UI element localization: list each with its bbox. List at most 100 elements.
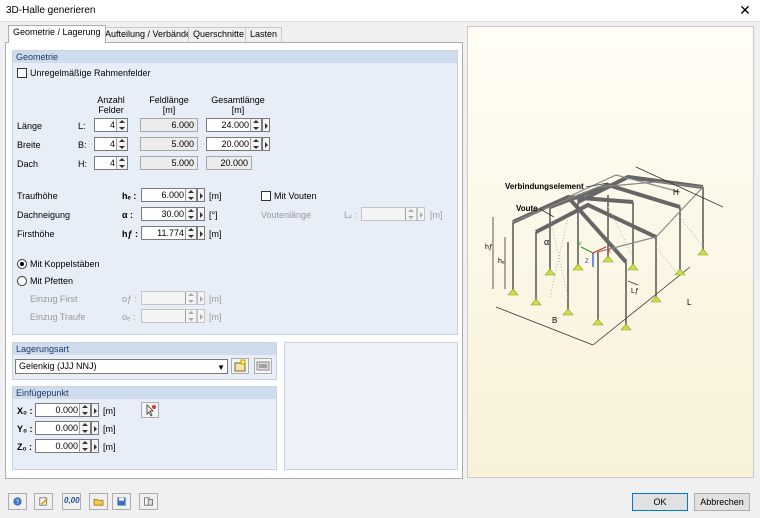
window-title: 3D-Halle generieren: [6, 5, 96, 16]
col-header-anzahl: Anzahl Felder: [97, 95, 125, 115]
pfetten-label: Mit Pfetten: [30, 276, 74, 286]
anzahl-laenge-spinner[interactable]: 4: [94, 118, 128, 132]
save-button[interactable]: [112, 493, 131, 510]
dachneigung-spinner[interactable]: 30.00: [141, 207, 197, 221]
help-button[interactable]: ?: [8, 493, 27, 510]
export-button[interactable]: [139, 493, 158, 510]
ok-button[interactable]: OK: [632, 493, 688, 511]
einzug-first-sym: oƒ :: [122, 294, 138, 304]
voutenlaenge-sym: Lᵥ :: [344, 210, 357, 220]
gesamt-breite-spinner[interactable]: 20.000: [206, 137, 262, 151]
arrow-right-icon[interactable]: [197, 291, 205, 305]
traufhoehe-spinner[interactable]: 6.000: [141, 188, 197, 202]
edit-button[interactable]: [34, 493, 53, 510]
tab-lasten[interactable]: Lasten: [245, 27, 283, 42]
hall-3d-illustration: H L B Lƒ hƒ hₑ α Y X Z Verbindungselemen…: [485, 166, 724, 346]
pfetten-radio[interactable]: [17, 276, 27, 286]
spinner-updown-icon[interactable]: [185, 189, 196, 201]
dachneigung-unit: [°]: [209, 210, 218, 220]
arrow-right-icon[interactable]: [197, 207, 205, 221]
z0-spinner[interactable]: 0.000: [35, 439, 91, 453]
spinner-updown-icon[interactable]: [79, 404, 90, 416]
z0-value: 0.000: [55, 441, 78, 451]
arrow-right-icon[interactable]: [197, 309, 205, 323]
spinner-updown-icon[interactable]: [405, 208, 416, 220]
einzug-first-unit: [m]: [209, 294, 222, 304]
arrow-right-icon[interactable]: [197, 226, 205, 240]
dim-b-label: B: [552, 316, 557, 325]
voutenlaenge-spinner[interactable]: [361, 207, 417, 221]
zero-values-icon: 0,00: [64, 496, 80, 505]
tab-aufteilung-verbaende[interactable]: Aufteilung / Verbände: [100, 27, 197, 42]
arrow-right-icon[interactable]: [197, 188, 205, 202]
arrow-right-icon[interactable]: [417, 207, 425, 221]
koppelstaebe-label: Mit Koppelstäben: [30, 259, 100, 269]
spinner-updown-icon[interactable]: [116, 119, 127, 131]
irregular-frames-checkbox[interactable]: [17, 68, 27, 78]
x0-spinner[interactable]: 0.000: [35, 403, 91, 417]
lagerungsart-select[interactable]: Gelenkig (JJJ NNJ) ▼: [15, 359, 228, 374]
einzug-first-spinner[interactable]: [141, 291, 197, 305]
axis-x-label: X: [607, 249, 611, 255]
hall-preview-panel: H L B Lƒ hƒ hₑ α Y X Z Verbindungselemen…: [467, 26, 754, 478]
x0-sym: X₀ :: [17, 406, 33, 416]
y0-sym: Y₀ :: [17, 424, 33, 434]
dachneigung-sym: α :: [122, 210, 134, 220]
mit-vouten-checkbox[interactable]: [261, 191, 271, 201]
firsthoehe-value: 11.774: [157, 228, 184, 238]
spinner-updown-icon[interactable]: [185, 310, 196, 322]
firsthoehe-sym: hƒ :: [122, 229, 139, 239]
spinner-updown-icon[interactable]: [116, 157, 127, 169]
dim-lf-label: Lƒ: [631, 288, 639, 295]
gesamt-breite-value: 20.000: [221, 139, 249, 149]
voutenlaenge-unit: [m]: [430, 210, 443, 220]
save-disk-icon: [117, 497, 126, 506]
empty-info-panel: [284, 342, 458, 470]
new-support-button[interactable]: [231, 358, 249, 374]
callout-verbindungselement: Verbindungselement: [505, 182, 584, 191]
tab-geometrie-lagerung[interactable]: Geometrie / Lagerung: [8, 25, 106, 43]
spinner-updown-icon[interactable]: [185, 292, 196, 304]
edit-pencil-icon: [39, 497, 48, 506]
arrow-right-icon[interactable]: [262, 137, 270, 151]
spinner-updown-icon[interactable]: [250, 138, 261, 150]
row-sym-breite: B:: [78, 140, 87, 150]
einzug-traufe-spinner[interactable]: [141, 309, 197, 323]
voutenlaenge-label: Voutenlänge: [261, 210, 312, 220]
arrow-right-icon[interactable]: [91, 403, 99, 417]
irregular-frames-label: Unregelmäßige Rahmenfelder: [30, 68, 151, 78]
folder-open-icon: [93, 499, 104, 506]
close-icon[interactable]: ✕: [730, 0, 760, 22]
firsthoehe-label: Firsthöhe: [17, 229, 55, 239]
spinner-updown-icon[interactable]: [185, 227, 196, 239]
lagerungsart-header: Lagerungsart: [13, 343, 276, 355]
firsthoehe-unit: [m]: [209, 229, 222, 239]
spinner-updown-icon[interactable]: [79, 440, 90, 452]
pick-point-button[interactable]: [141, 402, 159, 418]
spinner-updown-icon[interactable]: [79, 422, 90, 434]
x0-value: 0.000: [55, 405, 78, 415]
x0-unit: [m]: [103, 406, 116, 416]
firsthoehe-spinner[interactable]: 11.774: [141, 226, 197, 240]
arrow-right-icon[interactable]: [91, 439, 99, 453]
koppelstaebe-radio[interactable]: [17, 259, 27, 269]
arrow-right-icon[interactable]: [91, 421, 99, 435]
arrow-right-icon[interactable]: [262, 118, 270, 132]
einzug-traufe-sym: oₑ :: [122, 312, 136, 322]
anzahl-dach-spinner[interactable]: 4: [94, 156, 128, 170]
anzahl-breite-spinner[interactable]: 4: [94, 137, 128, 151]
gesamt-laenge-spinner[interactable]: 24.000: [206, 118, 262, 132]
spinner-updown-icon[interactable]: [250, 119, 261, 131]
zero-values-button[interactable]: 0,00: [62, 493, 81, 510]
cancel-button[interactable]: Abbrechen: [694, 493, 750, 511]
spinner-updown-icon[interactable]: [185, 208, 196, 220]
y0-spinner[interactable]: 0.000: [35, 421, 91, 435]
edit-support-button[interactable]: [254, 358, 272, 374]
open-button[interactable]: [89, 493, 108, 510]
new-support-icon: [234, 359, 246, 372]
row-label-dach: Dach: [17, 159, 39, 169]
col-header-feldlaenge: Feldlänge [m]: [149, 95, 189, 115]
dim-h-label: H: [673, 188, 679, 197]
spinner-updown-icon[interactable]: [116, 138, 127, 150]
tab-querschnitte[interactable]: Querschnitte: [188, 27, 250, 42]
